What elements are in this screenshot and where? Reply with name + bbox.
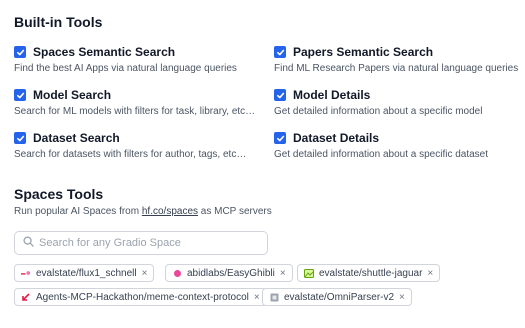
checkbox-checked-icon[interactable] [14,132,26,144]
remove-chip-icon[interactable]: × [254,292,260,303]
tool-dataset-search[interactable]: Dataset Search Search for datasets with … [14,130,264,160]
parser-icon [269,293,279,301]
chip-label: evalstate/flux1_schnell [36,267,137,279]
spaces-tools-title: Spaces Tools [14,186,104,202]
tool-name: Model Details [293,88,371,102]
tool-name: Dataset Search [33,131,120,145]
checkbox-checked-icon[interactable] [14,89,26,101]
space-chip-easyghibli[interactable]: abidlabs/EasyGhibli × [165,264,293,282]
image-icon [304,268,314,278]
chip-label: abidlabs/EasyGhibli [187,267,275,279]
tool-description: Find the best AI Apps via natural langua… [14,63,237,74]
tool-name: Spaces Semantic Search [33,45,176,59]
arrow-icon [21,292,31,301]
tool-model-details[interactable]: Model Details Get detailed information a… [274,87,524,117]
space-chip-flux1-schnell[interactable]: evalstate/flux1_schnell × [14,264,155,282]
hf-spaces-link[interactable]: hf.co/spaces [142,206,198,217]
space-chip-meme-context-protocol[interactable]: Agents-MCP-Hackathon/meme-context-protoc… [14,288,267,306]
tool-description: Get detailed information about a specifi… [274,106,483,117]
remove-chip-icon[interactable]: × [399,292,405,303]
ghibli-icon [172,269,182,277]
tool-description: Find ML Research Papers via natural lang… [274,63,519,74]
checkbox-checked-icon[interactable] [274,132,286,144]
remove-chip-icon[interactable]: × [280,268,286,279]
checkbox-checked-icon[interactable] [14,46,26,58]
tool-name: Model Search [33,88,112,102]
space-chip-omniparser-v2[interactable]: evalstate/OmniParser-v2 × [262,288,412,306]
builtin-tools-title: Built-in Tools [14,14,103,30]
search-icon [23,234,34,252]
checkbox-checked-icon[interactable] [274,89,286,101]
tool-dataset-details[interactable]: Dataset Details Get detailed information… [274,130,524,160]
subtitle-suffix: as MCP servers [198,206,272,217]
remove-chip-icon[interactable]: × [142,268,148,279]
space-search-input[interactable] [39,237,259,249]
subtitle-prefix: Run popular AI Spaces from [14,206,142,217]
tool-description: Get detailed information about a specifi… [274,149,489,160]
checkbox-checked-icon[interactable] [274,46,286,58]
space-search-box[interactable] [14,231,268,255]
tool-description: Search for ML models with filters for ta… [14,106,256,117]
tool-spaces-semantic-search[interactable]: Spaces Semantic Search Find the best AI … [14,44,264,74]
tool-model-search[interactable]: Model Search Search for ML models with f… [14,87,264,117]
spaces-subtitle: Run popular AI Spaces from hf.co/spaces … [14,206,272,217]
flux-icon [21,269,31,277]
tool-name: Dataset Details [293,131,380,145]
remove-chip-icon[interactable]: × [427,268,433,279]
tool-description: Search for datasets with filters for aut… [14,149,247,160]
chip-label: evalstate/shuttle-jaguar [319,267,423,279]
space-chip-shuttle-jaguar[interactable]: evalstate/shuttle-jaguar × [297,264,441,282]
tool-papers-semantic-search[interactable]: Papers Semantic Search Find ML Research … [274,44,524,74]
chip-label: evalstate/OmniParser-v2 [284,291,395,303]
tool-name: Papers Semantic Search [293,45,434,59]
chip-label: Agents-MCP-Hackathon/meme-context-protoc… [36,291,249,303]
